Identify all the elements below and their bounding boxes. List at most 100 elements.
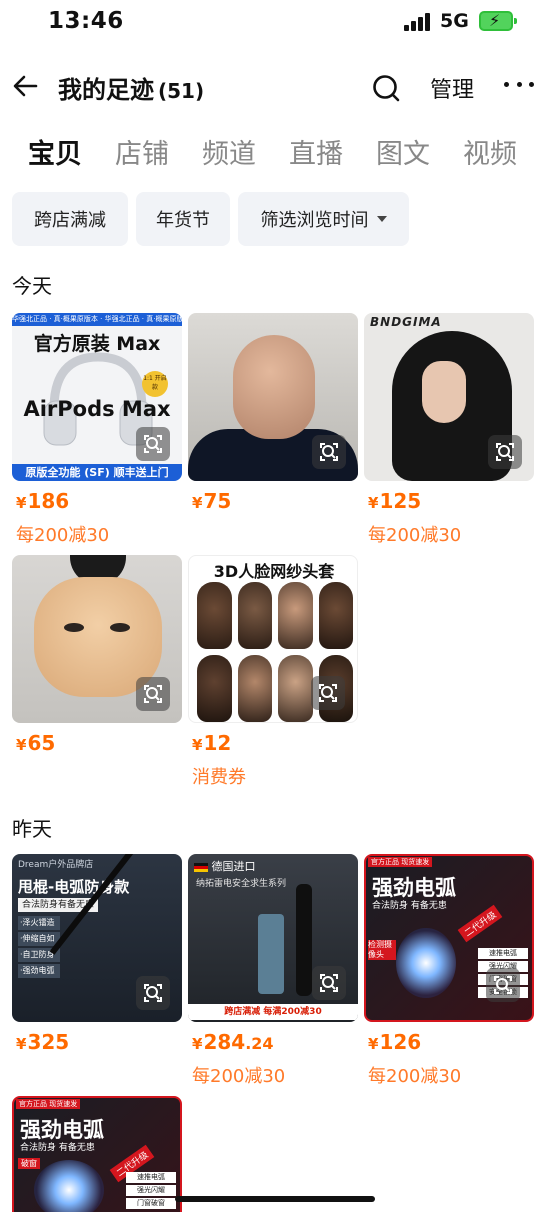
nav-bar: 我的足迹 (51) 管理 xyxy=(0,60,549,112)
product-card[interactable]: BNDGIMA ¥125 每200减30 xyxy=(364,313,534,546)
find-similar-icon[interactable] xyxy=(486,968,520,1002)
page-title: 我的足迹 (51) xyxy=(58,70,204,105)
status-time: 13:46 xyxy=(48,8,124,34)
series-label: 纳拓雷电安全求生系列 xyxy=(196,879,287,889)
feature-item: 强光闪耀 xyxy=(126,1185,176,1196)
mask-eye xyxy=(110,623,130,632)
product-price: ¥125 xyxy=(368,489,422,513)
find-similar-icon[interactable] xyxy=(311,676,345,710)
product-image-airpods[interactable]: 华强北正品 · 真·概果原版本 · 华强北正品 · 真·概果原版本 官方原装 M… xyxy=(12,313,182,481)
bottom-strip: 原版全功能 (SF) 顺丰送上门 xyxy=(12,464,182,481)
product-price: ¥75 xyxy=(192,489,232,513)
feature-list: 速推电弧 强光闪耀 门窗破窗 xyxy=(126,1172,176,1209)
find-similar-icon[interactable] xyxy=(312,966,346,1000)
home-indicator[interactable] xyxy=(175,1196,375,1202)
store-name: Dream户外品牌店 xyxy=(18,860,94,870)
manage-button[interactable]: 管理 xyxy=(430,72,474,104)
filter-bar: 跨店满减 年货节 筛选浏览时间 xyxy=(0,192,549,248)
feature-item: 速推电弧 xyxy=(126,1172,176,1183)
tab-shops[interactable]: 店铺 xyxy=(115,132,169,171)
product-card[interactable]: 官方正品 现货速发 强劲电弧 合法防身 有备无患 二代升级 检测摄像头 速推电弧… xyxy=(364,854,534,1087)
product-price: ¥186 xyxy=(16,489,70,513)
tab-posts[interactable]: 图文 xyxy=(376,132,430,171)
product-card[interactable]: 华强北正品 · 真·概果原版本 · 华强北正品 · 真·概果原版本 官方原装 M… xyxy=(12,313,182,546)
filter-chip-cross-store[interactable]: 跨店满减 xyxy=(12,192,128,246)
product-card[interactable]: ¥75 xyxy=(188,313,358,513)
tab-channels[interactable]: 频道 xyxy=(202,132,256,171)
promo-tag: 每200减30 xyxy=(192,1066,286,1087)
tab-live[interactable]: 直播 xyxy=(289,132,343,171)
price-value: 75 xyxy=(203,489,232,513)
product-card[interactable]: Dream户外品牌店 甩棍-电弧防身款 合法防身有备无患 ·泽火镭造 ·伸缩自如… xyxy=(12,854,182,1054)
price-value: 65 xyxy=(27,731,56,755)
product-price: ¥12 xyxy=(192,731,232,755)
spark-art xyxy=(34,1160,104,1212)
product-image-face-mask[interactable] xyxy=(188,313,358,481)
filter-chip-browse-time[interactable]: 筛选浏览时间 xyxy=(238,192,409,246)
left-label: 检测摄像头 xyxy=(368,940,396,960)
promo-tag: 每200减30 xyxy=(368,525,462,546)
left-label: 破窗 xyxy=(18,1158,40,1169)
product-image-held-mask[interactable] xyxy=(12,555,182,723)
find-similar-icon[interactable] xyxy=(136,677,170,711)
price-value: 284 xyxy=(203,1030,246,1054)
product-image-baton[interactable]: Dream户外品牌店 甩棍-电弧防身款 合法防身有备无患 ·泽火镭造 ·伸缩自如… xyxy=(12,854,182,1022)
product-image-3d-face[interactable]: 3D人脸网纱头套 xyxy=(188,555,358,723)
footprint-count: (51) xyxy=(158,79,205,103)
promo-tag: 每200减30 xyxy=(16,525,110,546)
price-value: 186 xyxy=(27,489,70,513)
battery-charging-icon: ⚡ xyxy=(479,11,517,31)
promo-strip: 华强北正品 · 真·概果原版本 · 华强北正品 · 真·概果原版本 xyxy=(12,313,182,326)
find-similar-icon[interactable] xyxy=(136,427,170,461)
filter-chip-label: 跨店满减 xyxy=(34,210,106,231)
filter-chip-label: 筛选浏览时间 xyxy=(260,210,369,231)
product-price: ¥325 xyxy=(16,1030,70,1054)
product-card[interactable]: 官方正品 现货速发 强劲电弧 合法防身 有备无患 二代升级 破窗 速推电弧 强光… xyxy=(12,1096,182,1212)
feature-item: 速推电弧 xyxy=(478,948,528,959)
corner-tag: 官方正品 现货速发 xyxy=(368,857,433,867)
face-art xyxy=(422,361,466,423)
origin-label: 德国进口 xyxy=(194,858,256,874)
filter-chip-label: 年货节 xyxy=(156,210,210,231)
art-headline: 3D人脸网纱头套 xyxy=(213,562,335,581)
upgrade-tag: 二代升级 xyxy=(457,904,503,943)
brand-logo: BNDGIMA xyxy=(370,315,442,329)
page-title-text: 我的足迹 xyxy=(58,76,154,104)
search-icon[interactable] xyxy=(370,72,402,104)
corner-tag: 官方正品 现货速发 xyxy=(16,1099,81,1109)
price-decimal: .24 xyxy=(245,1034,274,1053)
tab-baobei[interactable]: 宝贝 xyxy=(28,132,82,171)
product-image-stun-device[interactable]: 官方正品 现货速发 强劲电弧 合法防身 有备无患 二代升级 破窗 速推电弧 强光… xyxy=(12,1096,182,1212)
more-icon[interactable] xyxy=(504,82,534,90)
tab-videos[interactable]: 视频 xyxy=(463,132,517,171)
product-image-balaclava[interactable]: BNDGIMA xyxy=(364,313,534,481)
product-card[interactable]: ¥65 xyxy=(12,555,182,755)
mask-eye xyxy=(64,623,84,632)
feature-item: 门窗破窗 xyxy=(126,1198,176,1209)
network-label: 5G xyxy=(440,10,469,32)
promo-tag: 消费券 xyxy=(192,767,246,788)
product-price: ¥284.24 xyxy=(192,1030,274,1054)
art-subline: 合法防身 有备无患 xyxy=(372,901,447,911)
holder-art xyxy=(258,914,284,994)
back-arrow-icon[interactable] xyxy=(10,70,42,102)
find-similar-icon[interactable] xyxy=(488,435,522,469)
feature-item: ·泽火镭造 xyxy=(18,916,60,930)
promo-tag: 每200减30 xyxy=(368,1066,462,1087)
tab-bar: 宝贝 店铺 频道 直播 图文 视频 xyxy=(0,132,549,176)
filter-chip-new-year[interactable]: 年货节 xyxy=(136,192,230,246)
product-price: ¥65 xyxy=(16,731,56,755)
price-value: 325 xyxy=(27,1030,70,1054)
find-similar-icon[interactable] xyxy=(136,976,170,1010)
find-similar-icon[interactable] xyxy=(312,435,346,469)
product-image-flashlight[interactable]: 德国进口 纳拓雷电安全求生系列 跨店满减 每满200减30 xyxy=(188,854,358,1022)
art-product-name: AirPods Max xyxy=(23,397,171,421)
flashlight-art xyxy=(296,884,312,996)
flag-icon xyxy=(194,862,208,872)
price-value: 125 xyxy=(379,489,422,513)
product-card[interactable]: 德国进口 纳拓雷电安全求生系列 跨店满减 每满200减30 ¥284.24 每2… xyxy=(188,854,358,1087)
price-value: 12 xyxy=(203,731,232,755)
product-card[interactable]: 3D人脸网纱头套 ¥12 消费券 xyxy=(188,555,358,788)
spark-art xyxy=(396,928,456,998)
product-image-stun-device[interactable]: 官方正品 现货速发 强劲电弧 合法防身 有备无患 二代升级 检测摄像头 速推电弧… xyxy=(364,854,534,1022)
